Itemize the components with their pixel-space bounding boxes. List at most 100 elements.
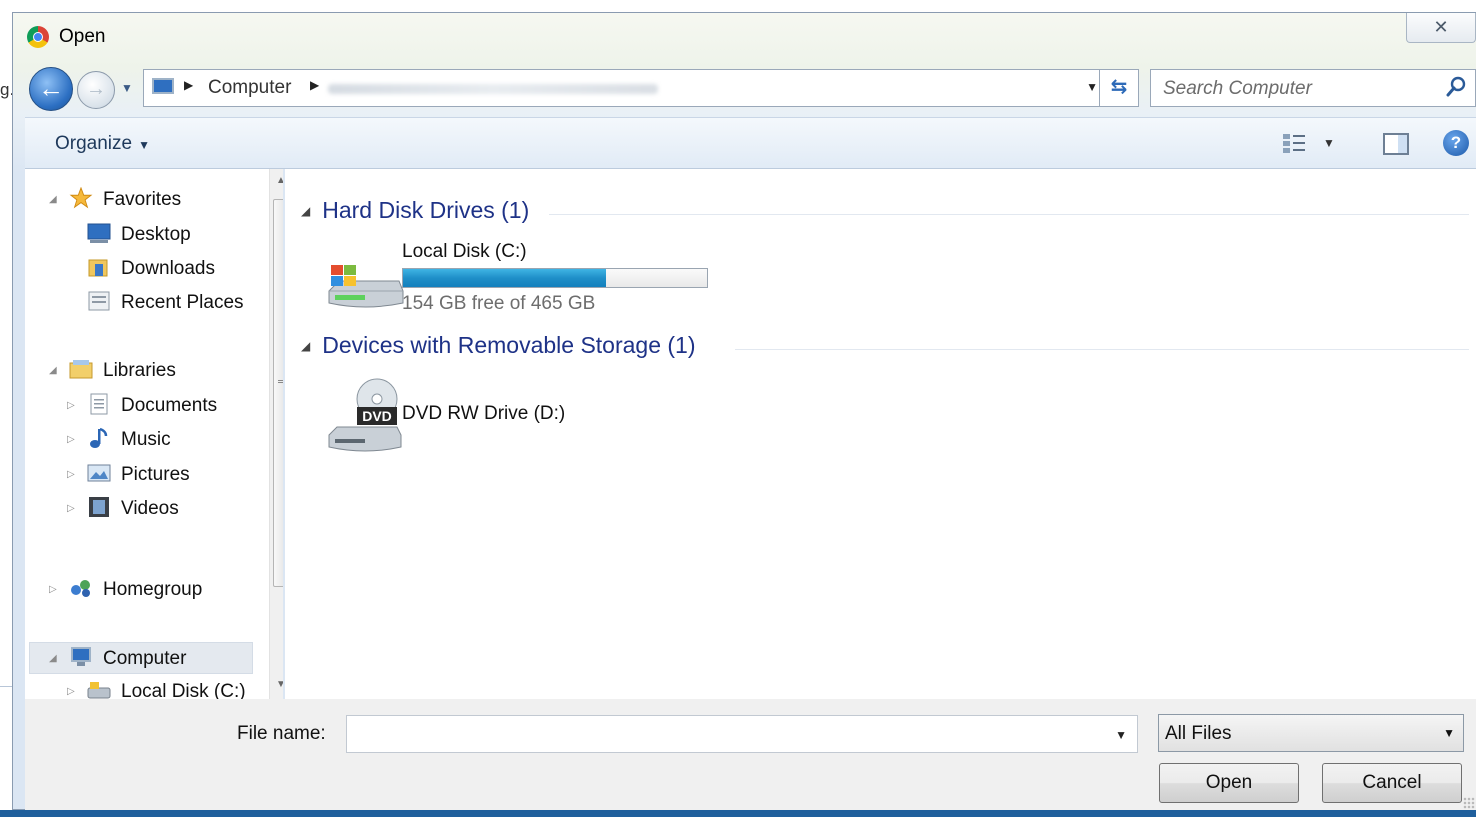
window-title: Open — [59, 26, 106, 47]
dvd-icon-label: DVD — [362, 408, 392, 424]
recent-places-icon — [88, 291, 110, 311]
breadcrumb-separator-icon[interactable]: ▶ — [184, 78, 193, 92]
disk-usage-bar — [402, 268, 708, 288]
chevron-down-icon[interactable]: ▼ — [1115, 728, 1127, 742]
local-disk-name[interactable]: Local Disk (C:) — [402, 241, 527, 263]
chevron-down-icon: ▼ — [1443, 726, 1455, 740]
libraries-icon — [69, 359, 93, 379]
disk-usage-fill — [403, 269, 607, 287]
computer-icon — [71, 646, 91, 666]
nav-documents[interactable]: ▷ Documents — [67, 391, 218, 421]
forward-button[interactable]: → — [77, 71, 115, 109]
search-box[interactable] — [1150, 69, 1476, 108]
expand-arrow-icon[interactable]: ▷ — [67, 460, 75, 490]
collapse-arrow-icon[interactable]: ◢ — [49, 185, 57, 215]
refresh-button[interactable]: ⇆ — [1099, 70, 1138, 106]
scroll-grip — [278, 380, 283, 383]
collapse-arrow-icon[interactable]: ◢ — [49, 644, 57, 674]
pictures-icon — [87, 464, 111, 482]
view-options-dropdown[interactable]: ▼ — [1323, 136, 1335, 150]
filename-label: File name: — [237, 723, 326, 744]
local-disk-icon — [87, 681, 111, 699]
nav-desktop-label: Desktop — [121, 224, 191, 245]
address-bar[interactable]: ▶ Computer ▶ ▼ ⇆ — [143, 69, 1139, 107]
organize-label: Organize — [55, 133, 133, 154]
scroll-up-arrow-icon[interactable]: ▲ — [276, 175, 283, 186]
organize-menu-button[interactable]: Organize ▼ — [55, 133, 150, 155]
content-pane[interactable]: ◢ Hard Disk Drives (1) Local Disk (C:) 15… — [285, 169, 1476, 699]
nav-music-label: Music — [121, 429, 171, 450]
videos-icon — [89, 496, 109, 517]
dvd-drive-icon[interactable]: DVD — [325, 377, 405, 455]
help-icon[interactable]: ? — [1443, 130, 1469, 156]
expand-arrow-icon[interactable]: ▷ — [67, 391, 75, 421]
breadcrumb-computer[interactable]: Computer — [208, 77, 291, 99]
nav-downloads-label: Downloads — [121, 258, 215, 279]
title-bar[interactable]: Open ✕ — [13, 13, 1476, 61]
blurred-breadcrumb — [328, 84, 658, 94]
desktop-icon — [87, 223, 111, 243]
command-toolbar: Organize ▼ ▼ ? — [25, 117, 1476, 169]
nav-pictures[interactable]: ▷ Pictures — [67, 460, 190, 490]
arrow-left-icon: ← — [38, 73, 64, 103]
close-button[interactable]: ✕ — [1406, 13, 1476, 43]
navigation-pane[interactable]: ◢ Favorites Desktop Downloads Recent Pla… — [25, 169, 283, 699]
cancel-button[interactable]: Cancel — [1322, 763, 1462, 803]
back-button[interactable]: ← — [29, 67, 73, 111]
group-hard-disk-drives[interactable]: ◢ Hard Disk Drives (1) — [301, 197, 529, 229]
preview-pane-icon[interactable] — [1383, 133, 1409, 155]
nav-favorites[interactable]: ◢ Favorites — [49, 185, 181, 215]
search-input[interactable] — [1151, 70, 1455, 108]
nav-videos[interactable]: ▷ Videos — [67, 494, 179, 524]
homegroup-icon — [71, 579, 90, 597]
collapse-arrow-icon[interactable]: ◢ — [49, 356, 57, 386]
documents-icon — [90, 393, 108, 415]
nav-libraries-label: Libraries — [103, 360, 176, 381]
nav-pictures-label: Pictures — [121, 464, 190, 485]
nav-downloads[interactable]: Downloads — [87, 254, 215, 284]
nav-music[interactable]: ▷ Music — [67, 425, 171, 455]
downloads-icon — [88, 259, 108, 277]
change-view-icon[interactable] — [1281, 132, 1309, 156]
file-type-value: All Files — [1165, 723, 1232, 744]
open-dialog: Open ✕ ← → ▼ ▶ Computer ▶ ▼ ⇆ Organize ▼ — [12, 12, 1476, 811]
group-removable-storage[interactable]: ◢ Devices with Removable Storage (1) — [301, 332, 696, 364]
nav-documents-label: Documents — [121, 395, 218, 416]
chevron-down-icon: ▼ — [138, 138, 150, 152]
collapse-arrow-icon[interactable]: ◢ — [301, 339, 310, 353]
nav-local-disk[interactable]: ▷ Local Disk (C:) — [67, 677, 246, 699]
nav-desktop[interactable]: Desktop — [87, 220, 191, 250]
file-type-select[interactable]: All Files ▼ — [1158, 714, 1464, 752]
group-removable-storage-title: Devices with Removable Storage (1) — [322, 332, 696, 358]
dvd-drive-name[interactable]: DVD RW Drive (D:) — [402, 403, 565, 425]
hard-drive-icon[interactable] — [325, 261, 405, 313]
open-button[interactable]: Open — [1159, 763, 1299, 803]
collapse-arrow-icon[interactable]: ◢ — [301, 204, 310, 218]
nav-scrollbar[interactable]: ▲ ▼ — [269, 169, 283, 699]
expand-arrow-icon[interactable]: ▷ — [67, 425, 75, 455]
filename-combobox[interactable]: ▼ — [346, 715, 1138, 754]
search-icon[interactable] — [1445, 76, 1467, 98]
nav-recent-places[interactable]: Recent Places — [87, 288, 244, 318]
arrow-right-icon: → — [86, 78, 106, 100]
expand-arrow-icon[interactable]: ▷ — [67, 494, 75, 524]
group-hard-disk-drives-title: Hard Disk Drives (1) — [322, 197, 530, 223]
expand-arrow-icon[interactable]: ▷ — [49, 575, 57, 605]
breadcrumb-separator-icon[interactable]: ▶ — [310, 78, 319, 92]
local-disk-free-space: 154 GB free of 465 GB — [402, 293, 596, 314]
recent-locations-dropdown[interactable]: ▼ — [121, 81, 133, 95]
scroll-down-arrow-icon[interactable]: ▼ — [276, 679, 283, 690]
nav-videos-label: Videos — [121, 498, 179, 519]
refresh-icon: ⇆ — [1110, 76, 1128, 98]
filename-input[interactable] — [347, 716, 1107, 754]
resize-grip-icon[interactable] — [1463, 797, 1475, 809]
nav-homegroup[interactable]: ▷ Homegroup — [49, 575, 202, 605]
scroll-thumb[interactable] — [273, 199, 283, 587]
address-history-dropdown[interactable]: ▼ — [1086, 80, 1098, 94]
nav-libraries[interactable]: ◢ Libraries — [49, 356, 176, 386]
nav-computer[interactable]: ◢ Computer — [49, 644, 186, 674]
file-selection-panel: File name: ▼ All Files ▼ Open Cancel — [25, 699, 1476, 811]
expand-arrow-icon[interactable]: ▷ — [67, 677, 75, 699]
nav-recent-places-label: Recent Places — [121, 292, 244, 313]
music-icon — [90, 427, 108, 448]
